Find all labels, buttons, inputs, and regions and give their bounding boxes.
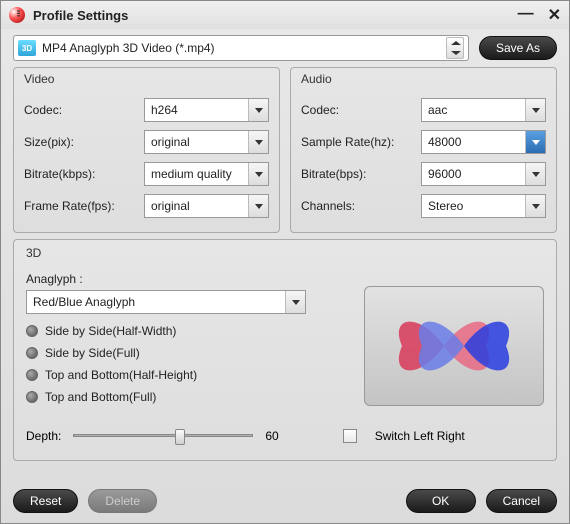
depth-value: 60: [265, 429, 278, 443]
app-icon: [9, 7, 25, 23]
delete-button[interactable]: Delete: [88, 489, 157, 513]
video-bitrate-select[interactable]: medium quality: [144, 162, 269, 186]
chevron-down-icon: [248, 195, 268, 217]
switch-lr-checkbox[interactable]: [343, 429, 357, 443]
anaglyph-value: Red/Blue Anaglyph: [33, 295, 135, 309]
anaglyph-select[interactable]: Red/Blue Anaglyph: [26, 290, 306, 314]
audio-panel-title: Audio: [301, 72, 546, 86]
radio-icon: [26, 391, 38, 403]
spinner-icon[interactable]: [446, 37, 464, 59]
format-3d-icon: 3D: [18, 40, 36, 56]
chevron-down-icon: [248, 131, 268, 153]
audio-sr-value: 48000: [428, 135, 461, 149]
audio-sr-label: Sample Rate(hz):: [301, 135, 421, 149]
video-codec-value: h264: [151, 103, 178, 117]
depth-label: Depth:: [26, 429, 61, 443]
video-fps-value: original: [151, 199, 190, 213]
threeD-title: 3D: [26, 246, 544, 260]
anaglyph-label: Anaglyph :: [26, 272, 348, 286]
slider-thumb[interactable]: [175, 429, 185, 445]
radio-tab-half[interactable]: Top and Bottom(Half-Height): [26, 364, 348, 386]
radio-label: Top and Bottom(Full): [45, 390, 156, 404]
save-as-button[interactable]: Save As: [479, 36, 557, 60]
preview-3d: [364, 286, 544, 406]
chevron-down-icon: [525, 131, 545, 153]
audio-samplerate-select[interactable]: 48000: [421, 130, 546, 154]
radio-icon: [26, 325, 38, 337]
profile-select-value: MP4 Anaglyph 3D Video (*.mp4): [42, 41, 440, 55]
video-panel-title: Video: [24, 72, 269, 86]
video-bitrate-value: medium quality: [151, 167, 232, 181]
depth-slider[interactable]: [73, 426, 253, 446]
window: Profile Settings — ✕ 3D MP4 Anaglyph 3D …: [0, 0, 570, 524]
chevron-down-icon: [525, 195, 545, 217]
chevron-down-icon: [525, 99, 545, 121]
chevron-down-icon: [248, 163, 268, 185]
titlebar: Profile Settings — ✕: [1, 1, 569, 29]
video-size-select[interactable]: original: [144, 130, 269, 154]
window-title: Profile Settings: [33, 8, 518, 23]
radio-label: Top and Bottom(Half-Height): [45, 368, 197, 382]
ok-button[interactable]: OK: [406, 489, 476, 513]
footer: Reset Delete OK Cancel: [1, 481, 569, 523]
video-fps-select[interactable]: original: [144, 194, 269, 218]
butterfly-icon: [384, 301, 524, 391]
minimize-button[interactable]: —: [518, 5, 534, 25]
video-size-value: original: [151, 135, 190, 149]
radio-icon: [26, 369, 38, 381]
reset-button[interactable]: Reset: [13, 489, 78, 513]
radio-sbs-full[interactable]: Side by Side(Full): [26, 342, 348, 364]
chevron-down-icon: [525, 163, 545, 185]
audio-bitrate-value: 96000: [428, 167, 461, 181]
audio-codec-value: aac: [428, 103, 447, 117]
radio-label: Side by Side(Full): [45, 346, 140, 360]
audio-codec-select[interactable]: aac: [421, 98, 546, 122]
chevron-down-icon: [248, 99, 268, 121]
radio-label: Side by Side(Half-Width): [45, 324, 176, 338]
video-size-label: Size(pix):: [24, 135, 144, 149]
radio-icon: [26, 347, 38, 359]
profile-select[interactable]: 3D MP4 Anaglyph 3D Video (*.mp4): [13, 35, 469, 61]
audio-codec-label: Codec:: [301, 103, 421, 117]
audio-bitrate-select[interactable]: 96000: [421, 162, 546, 186]
close-button[interactable]: ✕: [548, 5, 561, 25]
video-panel: Video Codec: h264 Size(pix): original: [13, 67, 280, 233]
audio-panel: Audio Codec: aac Sample Rate(hz): 48000: [290, 67, 557, 233]
video-bitrate-label: Bitrate(kbps):: [24, 167, 144, 181]
cancel-button[interactable]: Cancel: [486, 489, 557, 513]
video-codec-select[interactable]: h264: [144, 98, 269, 122]
threeD-mode-radios: Side by Side(Half-Width) Side by Side(Fu…: [26, 320, 348, 408]
slider-track: [73, 434, 253, 437]
threeD-panel: 3D Anaglyph : Red/Blue Anaglyph Side by …: [13, 239, 557, 461]
video-fps-label: Frame Rate(fps):: [24, 199, 144, 213]
radio-tab-full[interactable]: Top and Bottom(Full): [26, 386, 348, 408]
chevron-down-icon: [285, 291, 305, 313]
audio-channels-select[interactable]: Stereo: [421, 194, 546, 218]
audio-bitrate-label: Bitrate(bps):: [301, 167, 421, 181]
switch-lr-label: Switch Left Right: [375, 429, 465, 443]
video-codec-label: Codec:: [24, 103, 144, 117]
radio-sbs-half[interactable]: Side by Side(Half-Width): [26, 320, 348, 342]
audio-channels-label: Channels:: [301, 199, 421, 213]
audio-channels-value: Stereo: [428, 199, 463, 213]
